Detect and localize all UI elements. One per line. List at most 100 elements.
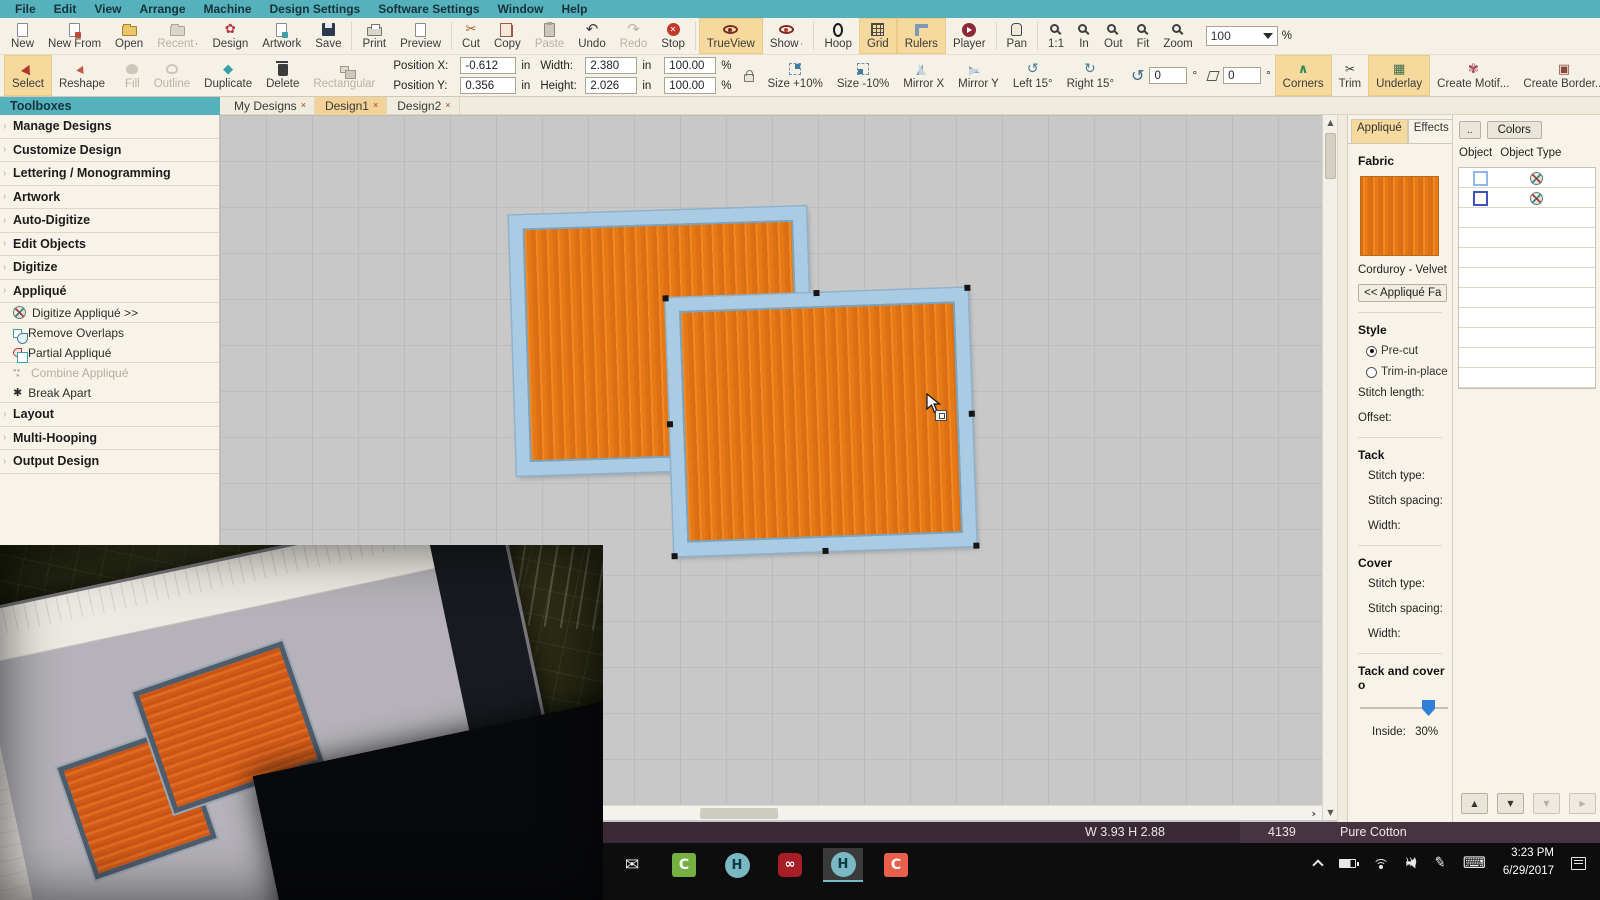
rotate-left-15-button[interactable]: ↺Left 15°	[1006, 55, 1060, 96]
object-color-swatch[interactable]	[1473, 191, 1488, 206]
menu-machine[interactable]: Machine	[195, 2, 261, 16]
trim-in-place-radio-row[interactable]: Trim-in-place	[1366, 366, 1452, 378]
selection-handle-e[interactable]	[969, 411, 975, 417]
fabric-swatch[interactable]	[1360, 176, 1439, 256]
panel-splitter[interactable]	[1337, 97, 1347, 822]
create-border-button[interactable]: ▣Create Border...	[1516, 55, 1600, 96]
insert-design-button[interactable]: ✿Design	[205, 18, 255, 54]
selection-handle-s[interactable]	[822, 548, 828, 554]
print-button[interactable]: Print	[355, 18, 393, 54]
pen-icon[interactable]: ✎	[1433, 855, 1447, 871]
radio-selected-icon[interactable]	[1366, 346, 1377, 357]
select-tool[interactable]: Select	[4, 55, 52, 96]
height-percent-input[interactable]: 100.00	[664, 77, 716, 94]
tool-remove-overlaps[interactable]: Remove Overlaps	[0, 323, 219, 343]
sidebar-item-multi-hooping[interactable]: Multi-Hooping	[0, 427, 219, 451]
menu-arrange[interactable]: Arrange	[130, 2, 194, 16]
rotate-right-15-button[interactable]: ↺Right 15°	[1060, 55, 1121, 96]
menu-window[interactable]: Window	[489, 2, 553, 16]
tack-cover-offset-slider[interactable]	[1360, 700, 1448, 716]
tool-break-apart[interactable]: ✱ Break Apart	[0, 383, 219, 403]
sidebar-item-manage-designs[interactable]: Manage Designs	[0, 115, 219, 139]
taskbar-green-app[interactable]: C	[664, 848, 704, 882]
selection-handle-n[interactable]	[813, 290, 819, 296]
resequence-up-button[interactable]: ▲	[1461, 793, 1488, 814]
action-center-icon[interactable]	[1571, 857, 1586, 870]
scroll-right-icon[interactable]: ›	[1311, 806, 1316, 821]
skew-input[interactable]: 0	[1223, 67, 1261, 84]
sidebar-item-output-design[interactable]: Output Design	[0, 450, 219, 474]
menu-file[interactable]: File	[6, 2, 45, 16]
new-button[interactable]: New	[4, 18, 41, 54]
horizontal-scroll-thumb[interactable]	[700, 808, 778, 819]
sidebar-item-artwork[interactable]: Artwork	[0, 186, 219, 210]
taskbar-adobe-app[interactable]: ∞	[770, 848, 810, 882]
tool-digitize-applique[interactable]: Digitize Appliqué >>	[0, 303, 219, 323]
resequence-prev-button[interactable]: ▼	[1533, 793, 1560, 814]
proportional-lock-toggle[interactable]	[737, 55, 761, 96]
zoom-tool-button[interactable]: Zoom	[1156, 18, 1199, 54]
insert-artwork-button[interactable]: Artwork	[255, 18, 308, 54]
wifi-icon[interactable]	[1373, 858, 1389, 869]
tab-close-icon[interactable]: ×	[373, 100, 378, 110]
delete-button[interactable]: Delete	[259, 55, 306, 96]
size-down-button[interactable]: Size -10%	[830, 55, 896, 96]
taskbar-mail-app[interactable]: ✉	[612, 848, 652, 882]
touch-keyboard-icon[interactable]: ⌨	[1463, 855, 1486, 871]
hoop-toggle[interactable]: Hoop	[817, 18, 859, 54]
paste-button[interactable]: Paste	[528, 18, 571, 54]
colors-button[interactable]: Colors	[1487, 121, 1542, 139]
mirror-x-button[interactable]: Mirror X	[896, 55, 951, 96]
sidebar-item-lettering[interactable]: Lettering / Monogramming	[0, 162, 219, 186]
menu-view[interactable]: View	[85, 2, 130, 16]
tab-applique[interactable]: Appliqué	[1351, 119, 1408, 143]
rulers-toggle[interactable]: Rulers	[897, 18, 946, 54]
tab-close-icon[interactable]: ×	[445, 100, 450, 110]
selection-handle-ne[interactable]	[964, 285, 970, 291]
show-menu-button[interactable]: Show	[763, 18, 811, 54]
reshape-tool[interactable]: Reshape	[52, 55, 112, 96]
position-x-input[interactable]: -0.612	[460, 57, 516, 74]
player-button[interactable]: Player	[946, 18, 993, 54]
zoom-out-button[interactable]: Out	[1097, 18, 1130, 54]
zoom-level-dropdown[interactable]: 100	[1206, 26, 1278, 46]
volume-control[interactable]: )))	[1406, 858, 1417, 869]
width-percent-input[interactable]: 100.00	[664, 57, 716, 74]
slider-handle[interactable]	[1422, 700, 1435, 716]
zoom-1to1-button[interactable]: 1:1	[1041, 18, 1071, 54]
tab-close-icon[interactable]: ×	[301, 100, 306, 110]
open-button[interactable]: Open	[108, 18, 150, 54]
cut-button[interactable]: ✂Cut	[455, 18, 487, 54]
scroll-down-icon[interactable]: ▼	[1323, 805, 1338, 820]
stop-button[interactable]: Stop	[654, 18, 692, 54]
new-from-button[interactable]: New From	[41, 18, 108, 54]
tab-my-designs[interactable]: My Designs×	[224, 97, 315, 115]
save-button[interactable]: Save	[308, 18, 348, 54]
position-y-input[interactable]: 0.356	[460, 77, 516, 94]
menu-help[interactable]: Help	[552, 2, 596, 16]
sidebar-item-customize-design[interactable]: Customize Design	[0, 139, 219, 163]
grid-toggle[interactable]: Grid	[859, 18, 897, 54]
height-input[interactable]: 2.026	[585, 77, 637, 94]
applique-object-2-selected[interactable]	[666, 288, 977, 556]
precut-radio-row[interactable]: Pre-cut	[1366, 345, 1452, 357]
outline-button[interactable]: Outline	[147, 55, 197, 96]
resequence-dock-button[interactable]: ..	[1459, 121, 1481, 139]
tab-design2[interactable]: Design2×	[387, 97, 459, 115]
selection-handle-sw[interactable]	[671, 553, 677, 559]
pan-button[interactable]: Pan	[1000, 18, 1034, 54]
vertical-scroll-thumb[interactable]	[1325, 133, 1336, 179]
fill-button[interactable]: Fill	[118, 55, 147, 96]
width-input[interactable]: 2.380	[585, 57, 637, 74]
menu-design-settings[interactable]: Design Settings	[261, 2, 370, 16]
copy-button[interactable]: Copy	[487, 18, 528, 54]
menu-edit[interactable]: Edit	[45, 2, 86, 16]
selection-handle-w[interactable]	[667, 421, 673, 427]
taskbar-clock[interactable]: 3:23 PM 6/29/2017	[1503, 845, 1554, 881]
tab-effects[interactable]: Effects	[1408, 119, 1452, 143]
size-up-button[interactable]: Size +10%	[761, 55, 830, 96]
undo-button[interactable]: ↶Undo	[571, 18, 613, 54]
vertical-scrollbar[interactable]: ▲ ▼	[1322, 115, 1337, 820]
sidebar-item-edit-objects[interactable]: Edit Objects	[0, 233, 219, 257]
rotate-by-input[interactable]: 0	[1149, 67, 1187, 84]
